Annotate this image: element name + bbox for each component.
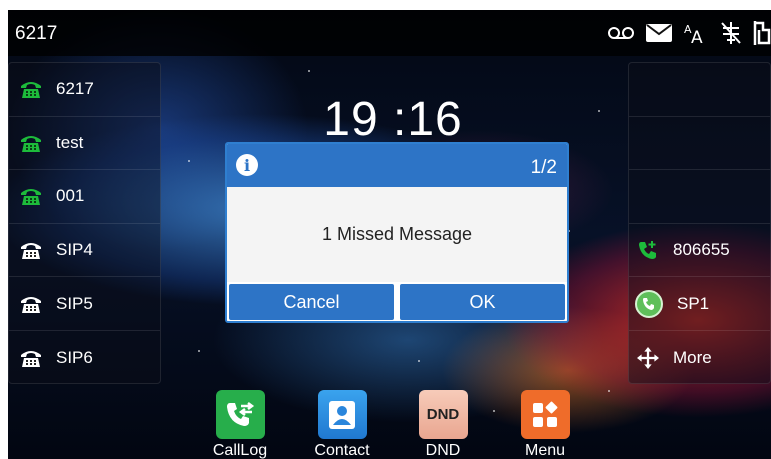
line-key-3[interactable]: 001 <box>9 170 160 224</box>
status-bar: 6217 AA <box>8 10 771 56</box>
call-log-icon <box>215 390 265 439</box>
dock-label: DND <box>425 442 461 459</box>
missed-message-dialog: i 1/2 1 Missed Message Cancel OK <box>225 142 569 323</box>
line-key-6[interactable]: SIP6 <box>9 331 160 385</box>
line-key-label: SIP5 <box>56 293 93 313</box>
ethernet-icon <box>752 19 771 47</box>
line-key-5[interactable]: SIP5 <box>9 277 160 331</box>
line-key-label: 6217 <box>56 79 94 99</box>
dss-key-speed-dial[interactable]: 806655 <box>629 224 770 278</box>
dock-calllog[interactable]: CallLog <box>195 390 285 459</box>
dialog-footer: Cancel OK <box>227 282 567 321</box>
phone-unregistered-icon <box>20 293 42 315</box>
dss-key-more[interactable]: More <box>629 331 770 385</box>
line-key-label: 001 <box>56 186 85 206</box>
more-icon <box>637 346 659 369</box>
dock-dnd[interactable]: DND DND <box>398 390 488 459</box>
contact-icon <box>317 390 367 439</box>
dialog-message: 1 Missed Message <box>227 187 567 282</box>
right-dss-keys: 806655 SP1 More <box>628 62 771 384</box>
dss-key-label: SP1 <box>677 293 710 313</box>
star <box>598 110 600 112</box>
dss-key-label: 806655 <box>673 240 730 260</box>
dialog-header: i 1/2 <box>227 144 567 187</box>
dialog-page-indicator: 1/2 <box>530 157 557 178</box>
star <box>418 360 420 362</box>
menu-icon <box>520 390 570 439</box>
dss-key-empty[interactable] <box>629 63 770 117</box>
line-key-2[interactable]: test <box>9 117 160 171</box>
line-key-label: test <box>56 132 84 152</box>
sp-call-icon <box>635 289 663 318</box>
star <box>608 390 610 392</box>
phone-registered-icon <box>20 78 42 100</box>
dock-label: Menu <box>524 442 566 459</box>
star <box>308 70 310 72</box>
star <box>198 350 200 352</box>
font-size-icon[interactable]: AA <box>682 19 708 47</box>
line-key-label: SIP4 <box>56 240 93 260</box>
dock-menu[interactable]: Menu <box>500 390 590 459</box>
info-icon: i <box>236 154 258 176</box>
phone-unregistered-icon <box>20 347 42 369</box>
line-key-1[interactable]: 6217 <box>9 63 160 117</box>
speed-dial-icon <box>637 239 659 261</box>
phone-registered-icon <box>20 185 42 207</box>
left-line-keys: 6217 test 001 SIP4 SIP5 SIP6 <box>8 62 161 384</box>
dock-label: CallLog <box>212 442 268 459</box>
dnd-icon: DND <box>418 390 468 439</box>
dss-key-sp1[interactable]: SP1 <box>629 277 770 331</box>
cancel-button[interactable]: Cancel <box>229 284 394 320</box>
dss-key-empty[interactable] <box>629 170 770 224</box>
phone-unregistered-icon <box>20 239 42 261</box>
star <box>493 410 495 412</box>
clock-time: 19 :16 <box>323 93 463 146</box>
line-key-label: SIP6 <box>56 347 93 367</box>
dss-key-empty[interactable] <box>629 117 770 171</box>
message-icon[interactable] <box>645 19 673 47</box>
phone-registered-icon <box>20 132 42 154</box>
network-unavailable-icon <box>718 19 744 47</box>
star <box>188 160 190 162</box>
dock-label: Contact <box>314 442 370 459</box>
line-key-4[interactable]: SIP4 <box>9 224 160 278</box>
svg-text:A: A <box>691 28 703 45</box>
voicemail-icon[interactable] <box>606 19 636 47</box>
dnd-icon-text: DND <box>426 406 460 423</box>
account-label: 6217 <box>15 23 58 44</box>
dock-contact[interactable]: Contact <box>297 390 387 459</box>
ok-button[interactable]: OK <box>400 284 565 320</box>
dss-key-label: More <box>673 347 712 367</box>
phone-screen: 6217 AA 6217 test 001 SIP4 SIP5 SIP6 806… <box>8 10 771 459</box>
